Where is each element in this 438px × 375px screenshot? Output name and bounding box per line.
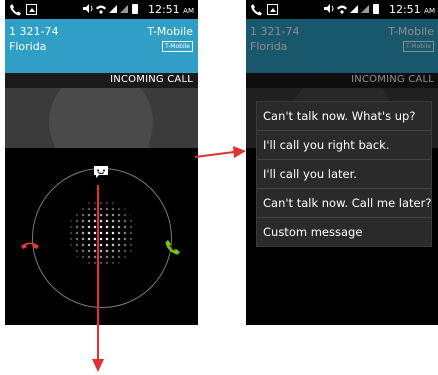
status-icons [324, 4, 380, 14]
incoming-call-bar: INCOMING CALL [5, 73, 198, 88]
arrow-to-menu [194, 146, 246, 158]
glowpad-fade [68, 200, 136, 268]
clock: 12:51 [147, 3, 180, 16]
incoming-call-widget[interactable] [5, 148, 198, 325]
clock-ampm: AM [424, 7, 435, 15]
phone-screen-quick-response: 12:51 AM 1 321-74 Florida T-Mobile T-Mob… [246, 0, 438, 325]
phone-icon [10, 4, 21, 16]
clock: 12:51 [388, 3, 421, 16]
carrier-name: T-Mobile [147, 25, 193, 38]
incoming-call-label: INCOMING CALL [110, 74, 193, 85]
phone-answer-icon[interactable] [165, 239, 181, 255]
status-icons [83, 4, 139, 14]
image-icon [267, 4, 278, 15]
quick-response-item[interactable]: Can't talk now. Call me later? [257, 189, 431, 218]
status-right: 12:51 AM [82, 3, 194, 16]
quick-response-item[interactable]: Can't talk now. What's up? [257, 102, 431, 131]
carrier-badge: T-Mobile [162, 41, 193, 52]
clock-ampm: AM [183, 7, 194, 15]
contact-photo-placeholder [5, 88, 198, 148]
status-right: 12:51 AM [323, 3, 435, 16]
quick-response-menu: Can't talk now. What's up? I'll call you… [256, 101, 432, 247]
caller-number: 1 321-74 [9, 25, 59, 38]
custom-message-item[interactable]: Custom message [257, 218, 431, 246]
quick-response-item[interactable]: I'll call you right back. [257, 131, 431, 160]
contact-avatar-shoulders [55, 138, 149, 148]
phone-screen-incoming: 12:51 AM 1 321-74 Florida T-Mobile T-Mob… [5, 0, 198, 325]
image-icon [26, 4, 37, 15]
message-icon[interactable] [93, 165, 109, 179]
caller-info-bar: 1 321-74 Florida T-Mobile T-Mobile [5, 19, 198, 73]
status-bar: 12:51 AM [246, 0, 438, 19]
status-bar: 12:51 AM [5, 0, 198, 19]
quick-response-item[interactable]: I'll call you later. [257, 160, 431, 189]
caller-location: Florida [9, 40, 47, 53]
phone-hangup-icon[interactable] [20, 241, 40, 253]
phone-icon [251, 4, 262, 16]
